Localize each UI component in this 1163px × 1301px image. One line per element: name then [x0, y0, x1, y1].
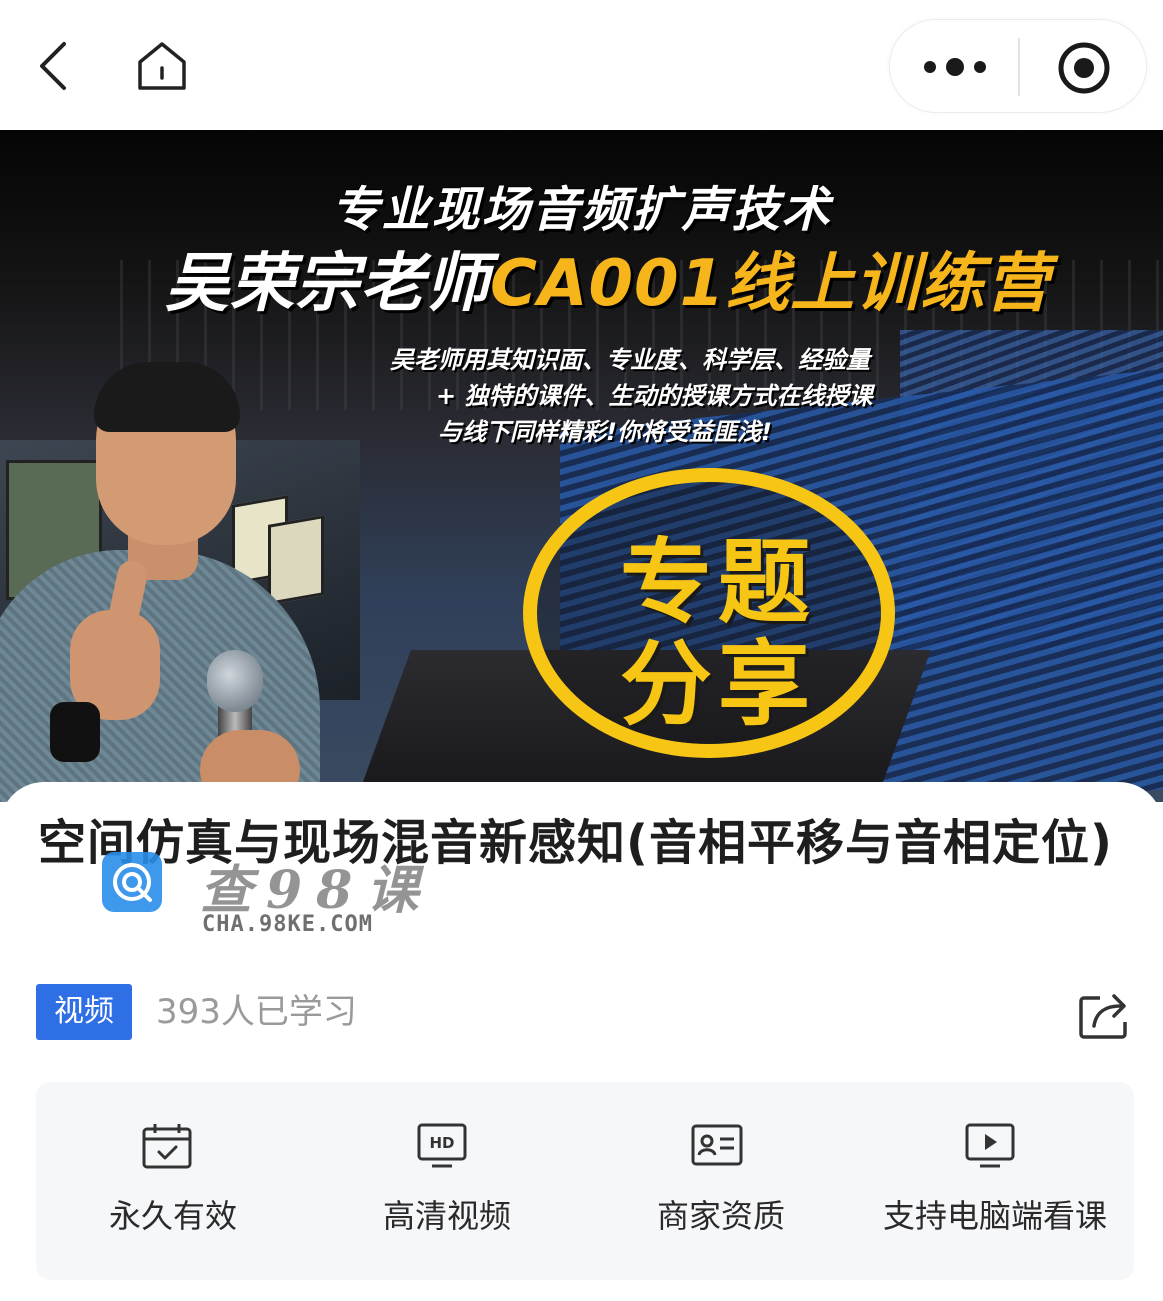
feature-label: 支持电脑端看课 [882, 1197, 1107, 1235]
share-icon[interactable] [1078, 988, 1132, 1040]
feature-item: HD 高清视频 [310, 1082, 584, 1280]
banner-title-line2: 吴荣宗老师CA001线上训练营 [165, 232, 1050, 324]
watermark-logo-icon [102, 852, 162, 912]
feature-item: 商家资质 [584, 1082, 858, 1280]
id-card-icon [690, 1122, 744, 1170]
calendar-check-icon [140, 1122, 194, 1170]
close-target-icon[interactable] [1056, 40, 1112, 96]
banner-subtitle-line2: + 独特的课件、生动的授课方式在线授课 [436, 382, 873, 410]
instructor-watch [50, 702, 100, 762]
feature-label: 永久有效 [108, 1197, 237, 1235]
feature-panel: 永久有效 HD 高清视频 商家资质 支持电脑端看课 [36, 1082, 1134, 1280]
more-icon[interactable] [920, 50, 990, 84]
microphone-head [207, 650, 263, 712]
watermark: 查98课 CHA.98KE.COM [102, 852, 422, 942]
home-icon[interactable] [132, 38, 192, 94]
topic-badge-line2: 分享 [619, 631, 816, 738]
banner-subtitle-line3: 与线下同样精彩!你将受益匪浅! [438, 418, 772, 446]
feature-label: 高清视频 [382, 1197, 511, 1235]
feature-item: 支持电脑端看课 [858, 1082, 1132, 1280]
banner-camp-name: CA001线上训练营 [490, 247, 1051, 321]
feature-label: 商家资质 [656, 1197, 785, 1235]
banner-title-line1: 专业现场音频扩声技术 [331, 182, 832, 238]
svg-text:HD: HD [429, 1134, 454, 1152]
watermark-en-text: CHA.98KE.COM [202, 912, 373, 937]
learner-count: 393人已学习 [156, 992, 357, 1032]
mini-program-capsule [889, 19, 1147, 113]
instructor-hair [94, 362, 240, 432]
banner-subtitle-line1: 吴老师用其知识面、专业度、科学层、经验量 [390, 346, 870, 374]
hd-icon: HD [416, 1122, 470, 1170]
top-nav-bar [0, 0, 1163, 130]
video-tag-badge: 视频 [36, 984, 132, 1040]
course-banner-image: 专业现场音频扩声技术 吴荣宗老师CA001线上训练营 吴老师用其知识面、专业度、… [0, 130, 1163, 802]
banner-instructor-name: 吴荣宗老师 [165, 247, 490, 321]
monitor-play-icon [964, 1122, 1018, 1170]
back-icon[interactable] [30, 38, 80, 94]
capsule-divider [1018, 38, 1020, 96]
feature-item: 永久有效 [36, 1082, 310, 1280]
